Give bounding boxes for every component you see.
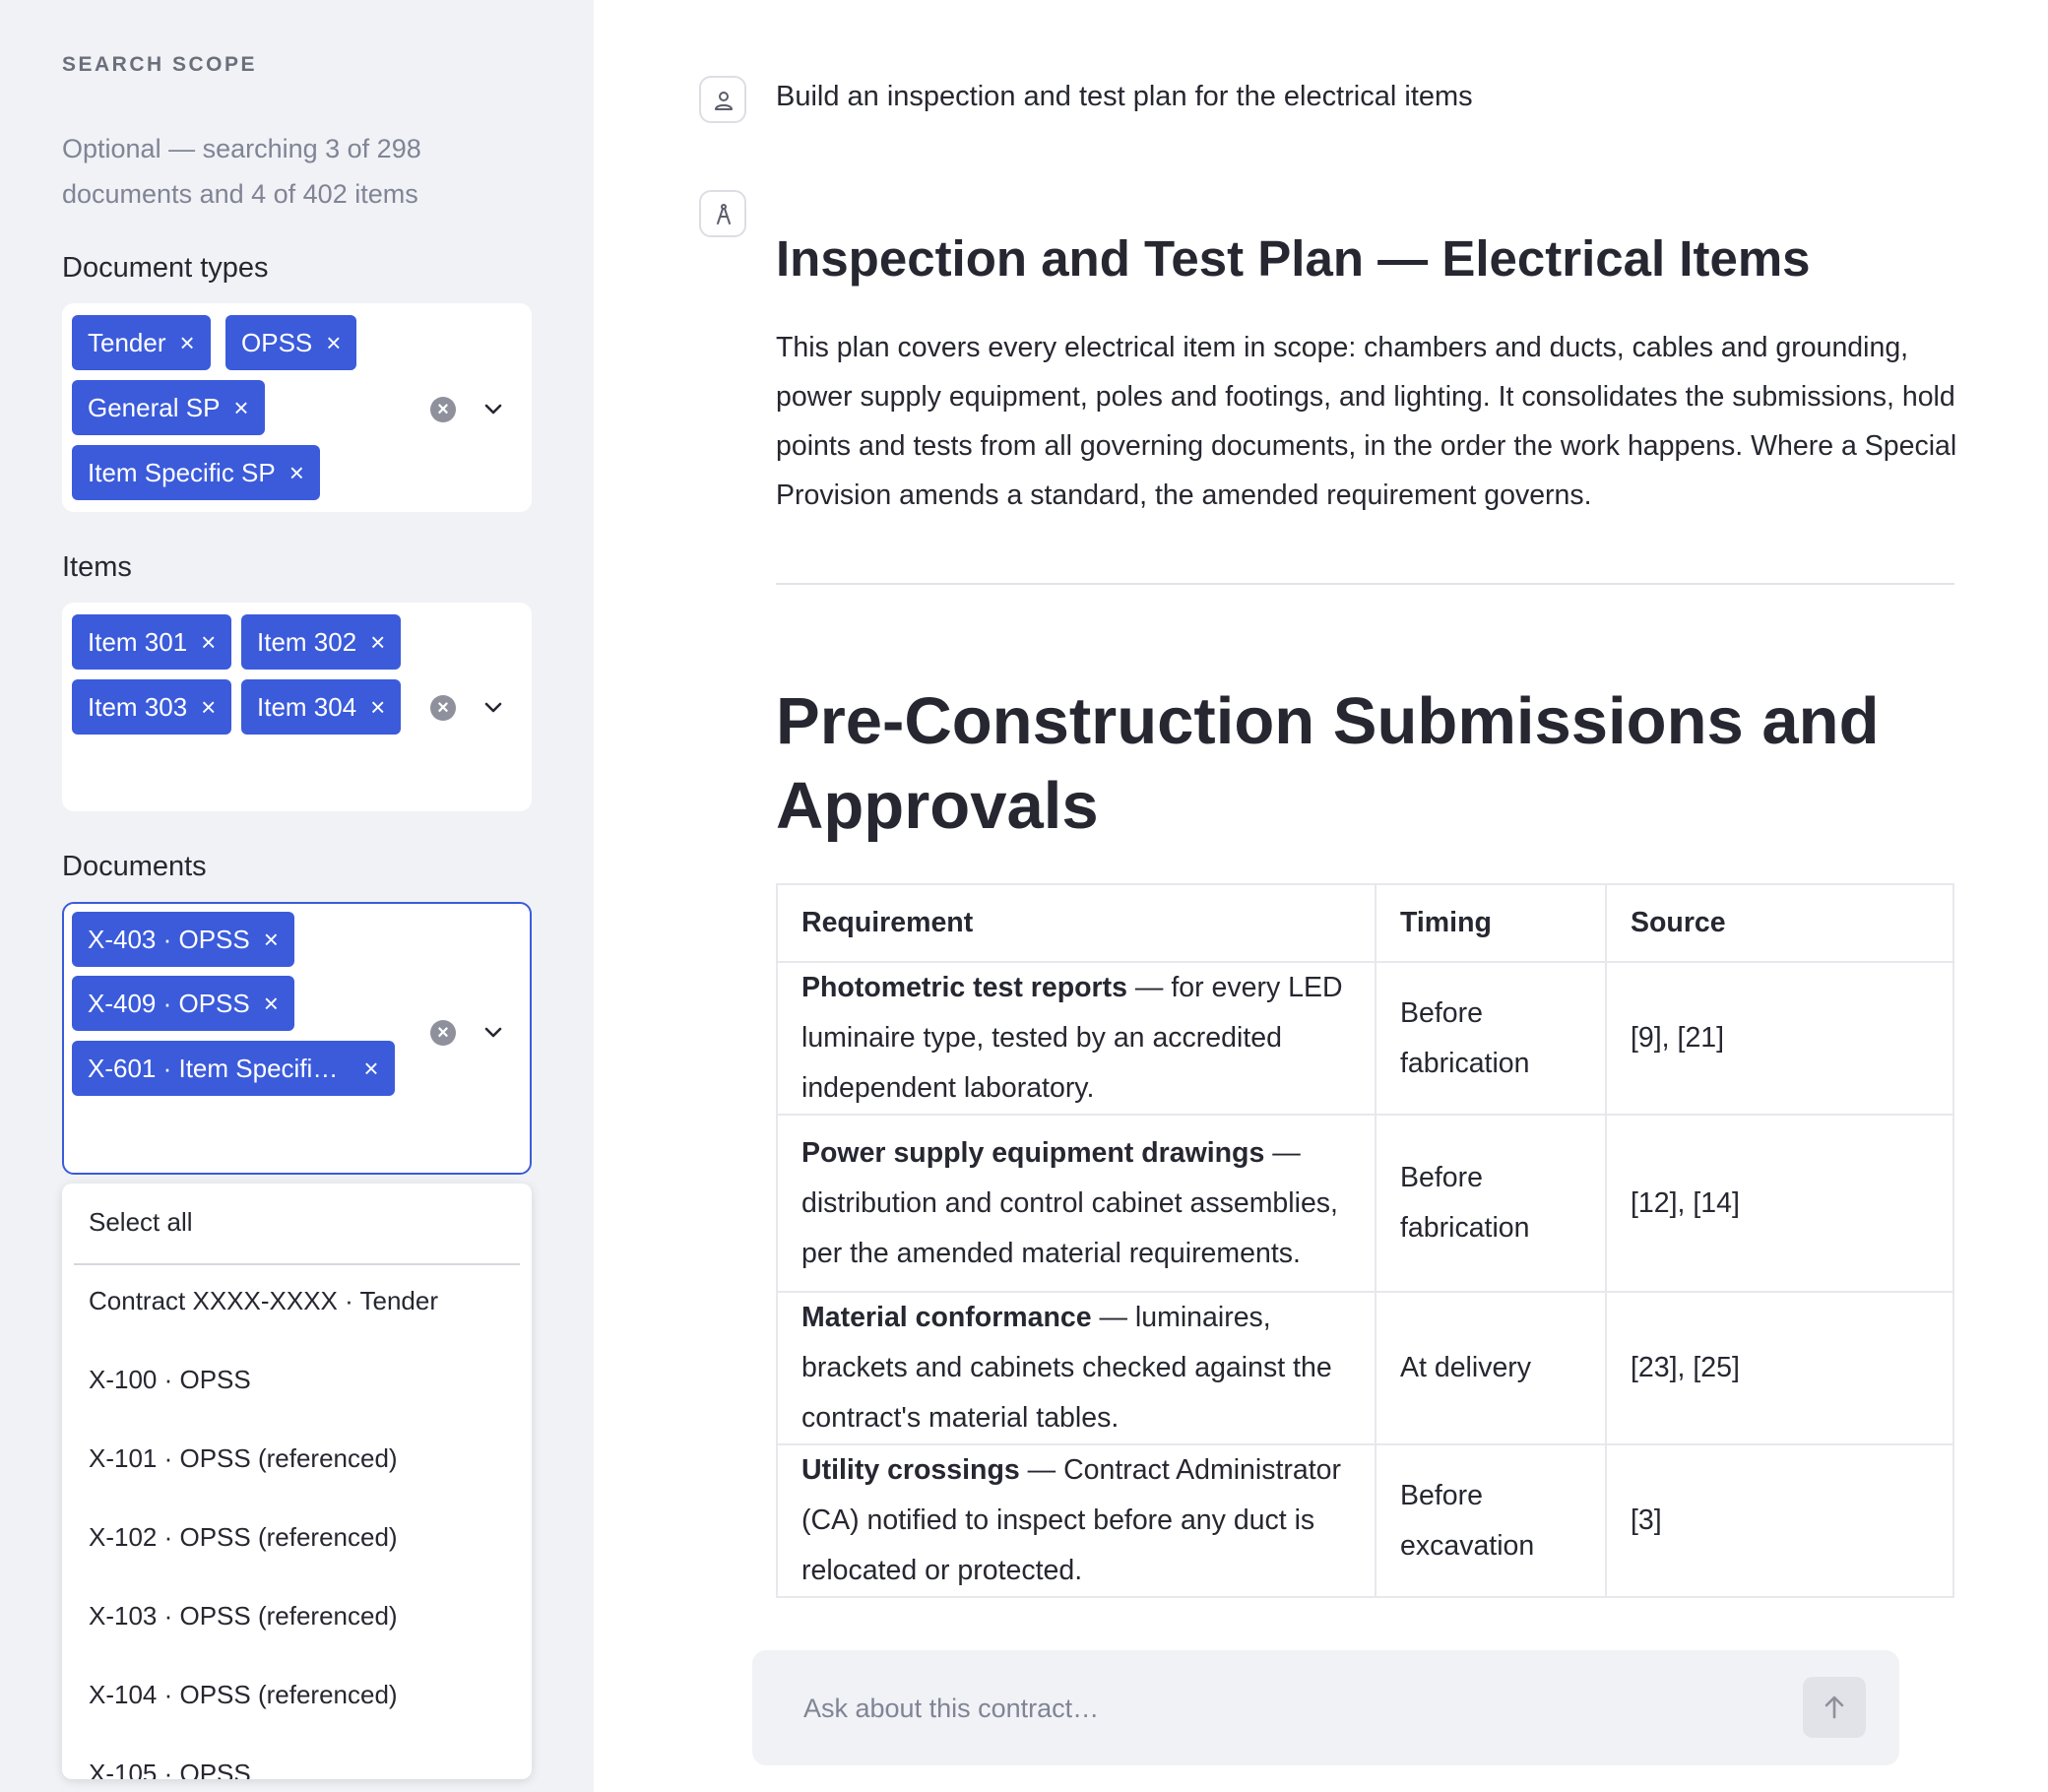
source-cell: [9], [21] <box>1605 961 1954 1116</box>
divider <box>776 583 1954 585</box>
tag-label: Tender <box>88 328 166 357</box>
tag-label: Item 303 <box>88 692 188 722</box>
items-multiselect[interactable]: Item 301 × Item 302 × Item 303 × Item 30… <box>62 603 532 811</box>
tag-label: Item 304 <box>257 692 357 722</box>
dropdown-option[interactable]: X-105 · OPSS <box>89 1759 251 1779</box>
items-label: Items <box>62 551 132 583</box>
divider <box>74 1263 520 1265</box>
tag-item-304[interactable]: Item 304 × <box>241 679 402 735</box>
tag-x-409-opss[interactable]: X-409 · OPSS × <box>72 976 294 1031</box>
clear-all-icon[interactable]: × <box>430 397 456 422</box>
requirement-name: Material conformance <box>801 1302 1092 1333</box>
tag-label: X-403 · OPSS <box>88 925 250 954</box>
tag-item-301[interactable]: Item 301 × <box>72 614 232 670</box>
tag-label: Item 301 <box>88 627 188 657</box>
assistant-avatar <box>699 190 746 237</box>
source-cell: [3] <box>1605 1443 1954 1598</box>
timing-cell: Before fabrication <box>1375 1114 1607 1293</box>
section-title: Pre-Construction Submissions and Approva… <box>776 684 1880 843</box>
requirement-cell: Material conformance — luminaires, brack… <box>776 1291 1376 1445</box>
requirement-cell: Utility crossings — Contract Administrat… <box>776 1443 1376 1598</box>
tag-tender[interactable]: Tender × <box>72 315 211 370</box>
clear-all-icon[interactable]: × <box>430 1020 456 1046</box>
table-row: Utility crossings — Contract Administrat… <box>776 1443 1954 1598</box>
column-header: Timing <box>1375 883 1607 963</box>
tag-label: General SP <box>88 393 221 422</box>
chevron-down-icon[interactable] <box>481 1021 505 1045</box>
dropdown-option[interactable]: X-100 · OPSS <box>89 1365 251 1395</box>
chat-input-container <box>752 1650 1899 1765</box>
tag-item-302[interactable]: Item 302 × <box>241 614 402 670</box>
requirement-cell: Photometric test reports — for every LED… <box>776 961 1376 1116</box>
tag-opss[interactable]: OPSS × <box>225 315 357 370</box>
remove-tag-icon[interactable]: × <box>289 445 304 500</box>
documents-multiselect[interactable]: X-403 · OPSS × X-409 · OPSS × X-601 · It… <box>62 902 532 1175</box>
chat-input[interactable] <box>801 1678 1692 1739</box>
documents-label: Documents <box>62 851 207 882</box>
user-avatar <box>699 76 746 123</box>
user-message: Build an inspection and test plan for th… <box>776 81 1473 112</box>
dropdown-option[interactable]: Contract XXXX-XXXX · Tender <box>89 1286 438 1316</box>
remove-tag-icon[interactable]: × <box>180 315 195 370</box>
remove-tag-icon[interactable]: × <box>264 976 279 1031</box>
remove-tag-icon[interactable]: × <box>201 614 216 670</box>
chevron-down-icon[interactable] <box>481 696 505 720</box>
select-all-option[interactable]: Select all <box>89 1207 193 1238</box>
user-icon <box>715 92 733 110</box>
requirement-name: Utility crossings <box>801 1454 1020 1486</box>
timing-cell: Before excavation <box>1375 1443 1607 1598</box>
source-cell: [23], [25] <box>1605 1291 1954 1445</box>
tag-general-sp[interactable]: General SP × <box>72 380 265 435</box>
dropdown-option[interactable]: X-101 · OPSS (referenced) <box>89 1443 398 1474</box>
tag-label: Item 302 <box>257 627 357 657</box>
column-header: Source <box>1605 883 1954 963</box>
remove-tag-icon[interactable]: × <box>370 614 385 670</box>
timing-cell: Before fabrication <box>1375 961 1607 1116</box>
tag-x-403-opss[interactable]: X-403 · OPSS × <box>72 912 294 967</box>
requirement-name: Photometric test reports <box>801 972 1127 1003</box>
timing-cell: At delivery <box>1375 1291 1607 1445</box>
tag-item-303[interactable]: Item 303 × <box>72 679 232 735</box>
remove-tag-icon[interactable]: × <box>233 380 248 435</box>
dropdown-option[interactable]: X-104 · OPSS (referenced) <box>89 1680 398 1710</box>
arrow-up-icon <box>1824 1696 1844 1719</box>
search-scope-heading: SEARCH SCOPE <box>62 53 258 76</box>
remove-tag-icon[interactable]: × <box>370 679 385 735</box>
send-button[interactable] <box>1803 1677 1866 1738</box>
table-row: Power supply equipment drawings — distri… <box>776 1114 1954 1293</box>
document-types-label: Document types <box>62 252 269 284</box>
remove-tag-icon[interactable]: × <box>201 679 216 735</box>
document-types-multiselect[interactable]: Tender × OPSS × General SP × Item Specif… <box>62 303 532 512</box>
dropdown-option[interactable]: X-102 · OPSS (referenced) <box>89 1522 398 1553</box>
remove-tag-icon[interactable]: × <box>363 1041 378 1096</box>
sidebar: SEARCH SCOPE Optional — searching 3 of 2… <box>0 0 594 1792</box>
requirement-name: Power supply equipment drawings <box>801 1136 1265 1169</box>
table-header-row: Requirement Timing Source <box>776 883 1954 963</box>
search-scope-description: Optional — searching 3 of 298 documents … <box>62 134 421 209</box>
response-title: Inspection and Test Plan — Electrical It… <box>776 230 1811 287</box>
tag-label: X-409 · OPSS <box>88 989 250 1018</box>
response-intro: This plan covers every electrical item i… <box>776 332 1957 511</box>
tag-label: OPSS <box>241 328 313 357</box>
requirement-cell: Power supply equipment drawings — distri… <box>776 1114 1376 1293</box>
compass-icon <box>717 204 731 224</box>
tag-label: Item Specific SP <box>88 458 276 487</box>
remove-tag-icon[interactable]: × <box>326 315 341 370</box>
clear-all-icon[interactable]: × <box>430 695 456 721</box>
source-cell: [12], [14] <box>1605 1114 1954 1293</box>
dropdown-option[interactable]: X-103 · OPSS (referenced) <box>89 1601 398 1632</box>
tag-label: X-601 · Item Specifi… <box>88 1054 339 1083</box>
requirements-table: Requirement Timing Source Photometric te… <box>776 883 1954 1598</box>
chevron-down-icon[interactable] <box>481 398 505 421</box>
tag-item-specific-sp[interactable]: Item Specific SP × <box>72 445 320 500</box>
documents-dropdown: Select all Contract XXXX-XXXX · Tender X… <box>62 1184 532 1779</box>
remove-tag-icon[interactable]: × <box>264 912 279 967</box>
tag-x-601-item-specific[interactable]: X-601 · Item Specifi… × <box>72 1041 395 1096</box>
column-header: Requirement <box>776 883 1376 963</box>
table-row: Material conformance — luminaires, brack… <box>776 1291 1954 1445</box>
table-row: Photometric test reports — for every LED… <box>776 961 1954 1116</box>
